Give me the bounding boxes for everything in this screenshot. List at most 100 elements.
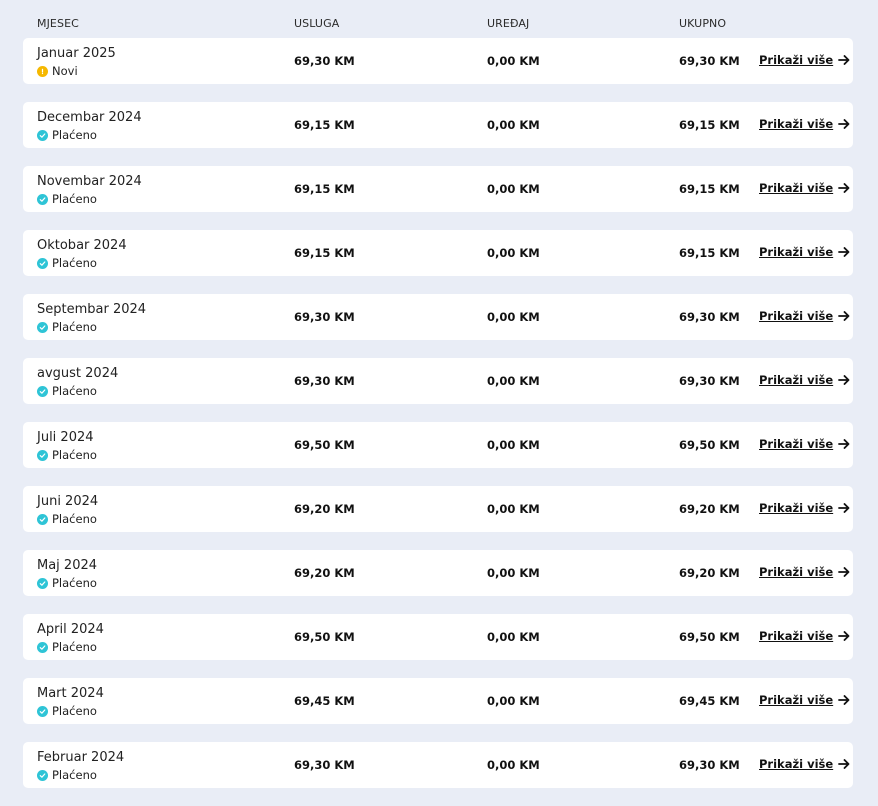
month-label: Maj 2024 bbox=[37, 558, 98, 573]
ukupno-amount: 69,30 KM bbox=[679, 310, 740, 324]
show-more-link[interactable]: Prikaži više bbox=[759, 181, 850, 195]
month-label: Juni 2024 bbox=[37, 494, 99, 509]
arrow-right-icon bbox=[838, 439, 850, 449]
uredjaj-amount: 0,00 KM bbox=[487, 694, 540, 708]
status-badge: Plaćeno bbox=[37, 128, 97, 142]
uredjaj-amount: 0,00 KM bbox=[487, 246, 540, 260]
ukupno-amount: 69,15 KM bbox=[679, 118, 740, 132]
check-icon bbox=[37, 769, 48, 781]
status-label: Novi bbox=[52, 64, 78, 78]
bill-list: Januar 2025 Novi 69,30 KM 0,00 KM 69,30 … bbox=[23, 38, 853, 806]
column-header-uredjaj: UREĐAJ bbox=[487, 17, 530, 30]
month-label: Mart 2024 bbox=[37, 686, 104, 701]
uredjaj-amount: 0,00 KM bbox=[487, 630, 540, 644]
arrow-right-icon bbox=[838, 311, 850, 321]
status-label: Plaćeno bbox=[52, 384, 97, 398]
status-badge: Plaćeno bbox=[37, 704, 97, 718]
uredjaj-amount: 0,00 KM bbox=[487, 502, 540, 516]
status-badge: Plaćeno bbox=[37, 320, 97, 334]
check-icon bbox=[37, 513, 48, 525]
arrow-right-icon bbox=[838, 55, 850, 65]
check-icon bbox=[37, 577, 48, 589]
uredjaj-amount: 0,00 KM bbox=[487, 118, 540, 132]
table-row: Mart 2024 Plaćeno 69,45 KM 0,00 KM 69,45… bbox=[23, 678, 853, 724]
show-more-link[interactable]: Prikaži više bbox=[759, 629, 850, 643]
show-more-label: Prikaži više bbox=[759, 565, 834, 579]
status-badge: Plaćeno bbox=[37, 640, 97, 654]
uredjaj-amount: 0,00 KM bbox=[487, 566, 540, 580]
ukupno-amount: 69,45 KM bbox=[679, 694, 740, 708]
table-header: MJESEC USLUGA UREĐAJ UKUPNO bbox=[0, 0, 878, 38]
month-label: Februar 2024 bbox=[37, 750, 125, 765]
show-more-link[interactable]: Prikaži više bbox=[759, 117, 850, 131]
status-label: Plaćeno bbox=[52, 192, 97, 206]
uredjaj-amount: 0,00 KM bbox=[487, 758, 540, 772]
month-label: April 2024 bbox=[37, 622, 104, 637]
status-badge: Plaćeno bbox=[37, 768, 97, 782]
status-badge: Novi bbox=[37, 64, 78, 78]
month-label: Novembar 2024 bbox=[37, 174, 142, 189]
arrow-right-icon bbox=[838, 247, 850, 257]
status-badge: Plaćeno bbox=[37, 192, 97, 206]
check-icon bbox=[37, 641, 48, 653]
table-row: Juli 2024 Plaćeno 69,50 KM 0,00 KM 69,50… bbox=[23, 422, 853, 468]
month-label: Januar 2025 bbox=[37, 46, 116, 61]
ukupno-amount: 69,20 KM bbox=[679, 502, 740, 516]
show-more-link[interactable]: Prikaži više bbox=[759, 437, 850, 451]
arrow-right-icon bbox=[838, 183, 850, 193]
show-more-link[interactable]: Prikaži više bbox=[759, 53, 850, 67]
show-more-label: Prikaži više bbox=[759, 245, 834, 259]
check-icon bbox=[37, 193, 48, 205]
status-badge: Plaćeno bbox=[37, 256, 97, 270]
table-row: Februar 2024 Plaćeno 69,30 KM 0,00 KM 69… bbox=[23, 742, 853, 788]
show-more-label: Prikaži više bbox=[759, 181, 834, 195]
uredjaj-amount: 0,00 KM bbox=[487, 438, 540, 452]
status-badge: Plaćeno bbox=[37, 512, 97, 526]
status-badge: Plaćeno bbox=[37, 448, 97, 462]
check-icon bbox=[37, 257, 48, 269]
status-label: Plaćeno bbox=[52, 256, 97, 270]
arrow-right-icon bbox=[838, 567, 850, 577]
table-row: Decembar 2024 Plaćeno 69,15 KM 0,00 KM 6… bbox=[23, 102, 853, 148]
arrow-right-icon bbox=[838, 375, 850, 385]
show-more-label: Prikaži više bbox=[759, 437, 834, 451]
status-label: Plaćeno bbox=[52, 768, 97, 782]
show-more-label: Prikaži više bbox=[759, 117, 834, 131]
show-more-label: Prikaži više bbox=[759, 693, 834, 707]
show-more-label: Prikaži više bbox=[759, 501, 834, 515]
show-more-link[interactable]: Prikaži više bbox=[759, 501, 850, 515]
status-label: Plaćeno bbox=[52, 448, 97, 462]
usluga-amount: 69,30 KM bbox=[294, 310, 355, 324]
status-label: Plaćeno bbox=[52, 640, 97, 654]
table-row: Septembar 2024 Plaćeno 69,30 KM 0,00 KM … bbox=[23, 294, 853, 340]
ukupno-amount: 69,30 KM bbox=[679, 374, 740, 388]
show-more-link[interactable]: Prikaži više bbox=[759, 373, 850, 387]
arrow-right-icon bbox=[838, 759, 850, 769]
show-more-label: Prikaži više bbox=[759, 629, 834, 643]
table-row: Novembar 2024 Plaćeno 69,15 KM 0,00 KM 6… bbox=[23, 166, 853, 212]
status-label: Plaćeno bbox=[52, 512, 97, 526]
show-more-link[interactable]: Prikaži više bbox=[759, 309, 850, 323]
show-more-link[interactable]: Prikaži više bbox=[759, 565, 850, 579]
table-row: avgust 2024 Plaćeno 69,30 KM 0,00 KM 69,… bbox=[23, 358, 853, 404]
usluga-amount: 69,15 KM bbox=[294, 246, 355, 260]
month-label: Septembar 2024 bbox=[37, 302, 147, 317]
month-label: avgust 2024 bbox=[37, 366, 119, 381]
uredjaj-amount: 0,00 KM bbox=[487, 54, 540, 68]
show-more-link[interactable]: Prikaži više bbox=[759, 245, 850, 259]
column-header-ukupno: UKUPNO bbox=[679, 17, 727, 30]
month-label: Juli 2024 bbox=[37, 430, 94, 445]
show-more-label: Prikaži više bbox=[759, 373, 834, 387]
month-label: Decembar 2024 bbox=[37, 110, 142, 125]
ukupno-amount: 69,50 KM bbox=[679, 630, 740, 644]
check-icon bbox=[37, 129, 48, 141]
usluga-amount: 69,30 KM bbox=[294, 758, 355, 772]
check-icon bbox=[37, 321, 48, 333]
check-icon bbox=[37, 705, 48, 717]
show-more-label: Prikaži više bbox=[759, 53, 834, 67]
status-label: Plaćeno bbox=[52, 320, 97, 334]
show-more-link[interactable]: Prikaži više bbox=[759, 757, 850, 771]
show-more-link[interactable]: Prikaži više bbox=[759, 693, 850, 707]
column-header-month: MJESEC bbox=[37, 17, 79, 30]
uredjaj-amount: 0,00 KM bbox=[487, 374, 540, 388]
